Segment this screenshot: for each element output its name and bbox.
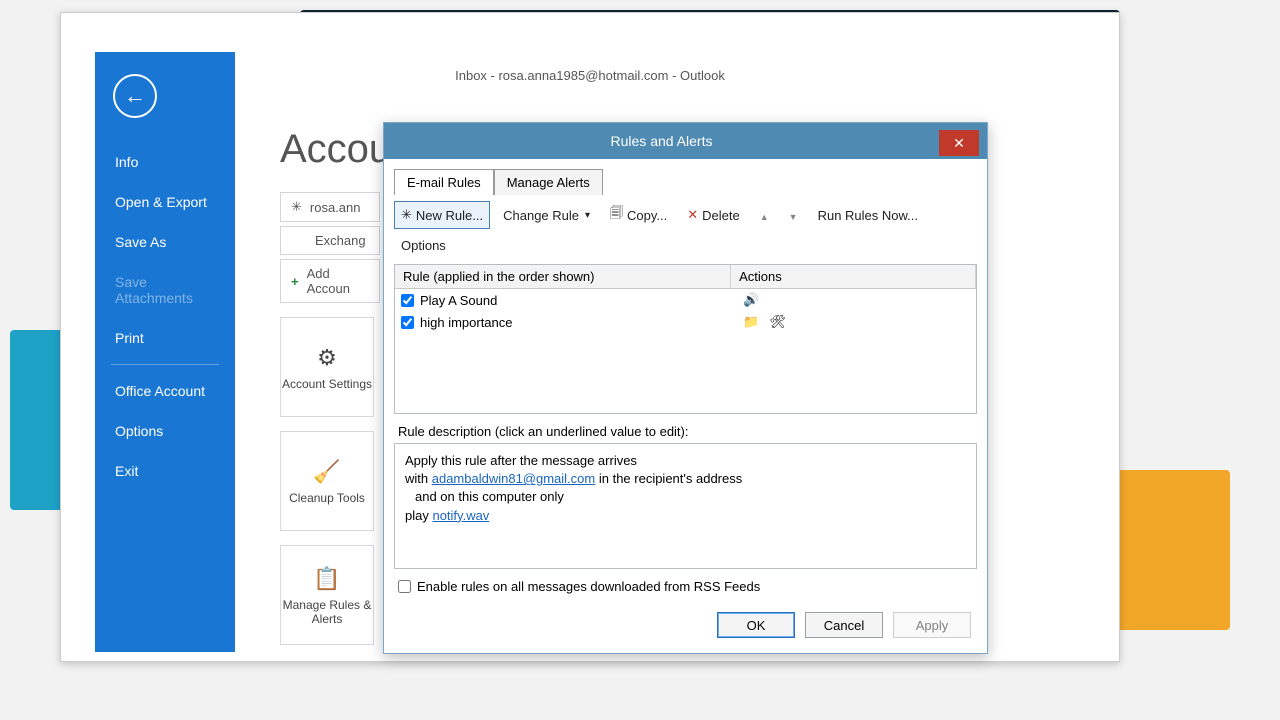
rule-name: Play A Sound: [420, 293, 737, 308]
card-label: Manage Rules & Alerts: [281, 598, 373, 626]
account-icon: [291, 199, 302, 215]
sidebar-item-save-as[interactable]: Save As: [95, 222, 235, 262]
rule-description-label: Rule description (click an underlined va…: [384, 416, 987, 443]
down-icon: [789, 208, 798, 223]
delete-rule-button[interactable]: Delete: [680, 201, 746, 229]
rss-checkbox[interactable]: [398, 580, 411, 593]
rule-checkbox[interactable]: [401, 294, 414, 307]
card-label: Account Settings: [282, 377, 372, 391]
desc-l2-prefix: with: [405, 471, 432, 486]
sidebar-item-save-attachments: Save Attachments: [95, 262, 235, 318]
sidebar-item-options[interactable]: Options: [95, 411, 235, 451]
back-button[interactable]: [113, 74, 157, 118]
desc-l2-suffix: in the recipient's address: [595, 471, 742, 486]
account-name-text: rosa.ann: [310, 200, 361, 215]
account-type-text: Exchang: [315, 233, 366, 248]
desc-line-3: and on this computer only: [405, 488, 966, 506]
add-account-text: Add Accoun: [307, 266, 369, 296]
desc-l4-prefix: play: [405, 508, 432, 523]
rules-list: Rule (applied in the order shown) Action…: [394, 264, 977, 414]
sidebar-item-office-account[interactable]: Office Account: [95, 371, 235, 411]
move-down-button[interactable]: [782, 201, 805, 229]
rule-name: high importance: [420, 315, 737, 330]
apply-button: Apply: [893, 612, 971, 638]
account-settings-card[interactable]: Account Settings: [280, 317, 374, 417]
ok-button[interactable]: OK: [717, 612, 795, 638]
backstage-sidebar: Info Open & Export Save As Save Attachme…: [95, 52, 235, 652]
cleanup-tools-card[interactable]: 🧹 Cleanup Tools: [280, 431, 374, 531]
cancel-button[interactable]: Cancel: [805, 612, 883, 638]
page-title: Accou: [280, 127, 391, 172]
desc-line-2: with adambaldwin81@gmail.com in the reci…: [405, 470, 966, 488]
sidebar-divider: [111, 364, 219, 365]
rule-checkbox[interactable]: [401, 316, 414, 329]
rule-row[interactable]: Play A Sound: [395, 289, 976, 311]
card-label: Cleanup Tools: [289, 491, 365, 505]
filter-icon: [770, 314, 787, 330]
manage-rules-card[interactable]: 📋 Manage Rules & Alerts: [280, 545, 374, 645]
close-button[interactable]: ✕: [939, 130, 979, 156]
dialog-tabs: E-mail Rules Manage Alerts: [384, 159, 987, 195]
arrow-left-icon: [124, 83, 146, 109]
change-rule-button[interactable]: Change Rule: [496, 201, 597, 229]
up-icon: [760, 208, 769, 223]
desc-line-4: play notify.wav: [405, 507, 966, 525]
close-icon: ✕: [939, 135, 979, 152]
dialog-titlebar[interactable]: Rules and Alerts ✕: [384, 123, 987, 159]
star-icon: [401, 207, 412, 223]
desc-recipient-link[interactable]: adambaldwin81@gmail.com: [432, 471, 596, 486]
new-rule-label: New Rule...: [416, 208, 483, 223]
copy-label: Copy...: [627, 208, 667, 223]
rules-toolbar: New Rule... Change Rule Copy... Delete R…: [384, 195, 987, 262]
delete-label: Delete: [702, 208, 740, 223]
delete-icon: [687, 207, 698, 223]
account-cards-column: rosa.ann Exchang Add Accoun Account Sett…: [280, 192, 380, 645]
sidebar-item-print[interactable]: Print: [95, 318, 235, 358]
new-rule-button[interactable]: New Rule...: [394, 201, 490, 229]
actions-column-header[interactable]: Actions: [731, 265, 976, 288]
move-up-button[interactable]: [753, 201, 776, 229]
rules-icon: 📋: [312, 564, 342, 594]
account-name-row[interactable]: rosa.ann: [280, 192, 380, 222]
sidebar-item-exit[interactable]: Exit: [95, 451, 235, 491]
rss-rules-row: Enable rules on all messages downloaded …: [384, 569, 987, 604]
dialog-title-text: Rules and Alerts: [384, 133, 939, 149]
sidebar-item-info[interactable]: Info: [95, 142, 235, 182]
rules-list-header: Rule (applied in the order shown) Action…: [395, 265, 976, 289]
copy-rule-button[interactable]: Copy...: [603, 201, 674, 229]
tab-manage-alerts[interactable]: Manage Alerts: [494, 169, 603, 195]
rule-column-header[interactable]: Rule (applied in the order shown): [395, 265, 731, 288]
options-button[interactable]: Options: [394, 235, 453, 256]
rule-row[interactable]: high importance: [395, 311, 976, 333]
rule-description-box: Apply this rule after the message arrive…: [394, 443, 977, 569]
gear-icon: [312, 343, 342, 373]
account-type-row: Exchang: [280, 226, 380, 255]
copy-icon: [610, 204, 623, 226]
desc-sound-file-link[interactable]: notify.wav: [432, 508, 489, 523]
rules-list-body: Play A Sound high importance: [395, 289, 976, 413]
rss-label: Enable rules on all messages downloaded …: [417, 579, 760, 594]
run-rules-now-button[interactable]: Run Rules Now...: [811, 201, 925, 229]
folder-icon: [743, 314, 759, 330]
sound-icon: [743, 292, 759, 308]
dialog-button-row: OK Cancel Apply: [384, 604, 987, 650]
desc-line-1: Apply this rule after the message arrive…: [405, 452, 966, 470]
sidebar-item-open-export[interactable]: Open & Export: [95, 182, 235, 222]
rules-and-alerts-dialog: Rules and Alerts ✕ E-mail Rules Manage A…: [383, 122, 988, 654]
add-account-row[interactable]: Add Accoun: [280, 259, 380, 303]
plus-icon: [291, 274, 299, 289]
cleanup-icon: 🧹: [312, 457, 342, 487]
tab-email-rules[interactable]: E-mail Rules: [394, 169, 494, 195]
bg-orange-block: [1110, 470, 1230, 630]
